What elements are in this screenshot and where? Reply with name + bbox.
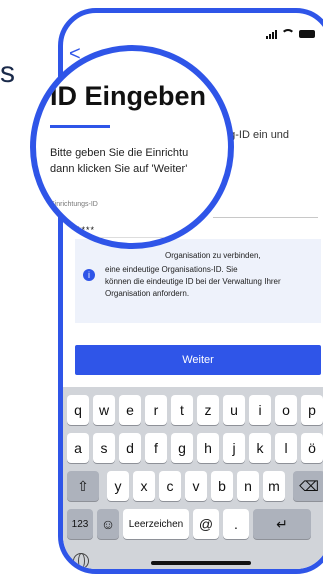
info-box: i Organisation zu verbinden, eine eindeu…: [75, 239, 321, 323]
title-underline: [50, 125, 110, 128]
info-line-1: Organisation zu verbinden,: [165, 251, 261, 260]
key-m[interactable]: m: [263, 471, 285, 501]
key-p[interactable]: p: [301, 395, 323, 425]
info-line-4: Organisation anfordern.: [105, 289, 190, 298]
key-k[interactable]: k: [249, 433, 271, 463]
key-l[interactable]: l: [275, 433, 297, 463]
delete-key[interactable]: ⌫: [293, 471, 323, 501]
weiter-button[interactable]: Weiter: [75, 345, 321, 375]
key-z[interactable]: z: [197, 395, 219, 425]
keyboard: qwertzuiopü asdfghjklöä ⇧ yxcvbnm ⌫ 123 …: [63, 387, 323, 569]
info-line-3: können die eindeutige ID bei der Verwalt…: [105, 277, 281, 286]
key-b[interactable]: b: [211, 471, 233, 501]
signal-icon: [266, 29, 277, 39]
id-field-underline: [213, 217, 318, 218]
shift-key[interactable]: ⇧: [67, 471, 99, 501]
key-d[interactable]: d: [119, 433, 141, 463]
key-j[interactable]: j: [223, 433, 245, 463]
instruction-line-1: Bitte geben Sie die Einrichtu: [50, 147, 189, 159]
keyboard-row-4: 123 ☺ Leerzeichen @ . ↵: [67, 509, 323, 539]
key-t[interactable]: t: [171, 395, 193, 425]
page-title: ID Eingeben: [50, 81, 207, 111]
home-indicator: [151, 561, 251, 565]
id-field-label: Einrichtungs-ID: [50, 201, 98, 208]
keyboard-row-3: ⇧ yxcvbnm ⌫: [67, 471, 323, 501]
key-n[interactable]: n: [237, 471, 259, 501]
globe-icon[interactable]: [73, 553, 89, 569]
return-key[interactable]: ↵: [253, 509, 311, 539]
space-key[interactable]: Leerzeichen: [123, 509, 189, 539]
key-e[interactable]: e: [119, 395, 141, 425]
key-f[interactable]: f: [145, 433, 167, 463]
key-a[interactable]: a: [67, 433, 89, 463]
key-c[interactable]: c: [159, 471, 181, 501]
key-g[interactable]: g: [171, 433, 193, 463]
key-i[interactable]: i: [249, 395, 271, 425]
key-h[interactable]: h: [197, 433, 219, 463]
key-y[interactable]: y: [107, 471, 129, 501]
battery-icon: [299, 30, 315, 38]
keyboard-row-2: asdfghjklöä: [67, 433, 323, 463]
key-o[interactable]: o: [275, 395, 297, 425]
keyboard-row-1: qwertzuiopü: [67, 395, 323, 425]
cropped-text-edge: s: [0, 56, 15, 89]
key-r[interactable]: r: [145, 395, 167, 425]
id-field-value[interactable]: **********: [50, 225, 95, 235]
numbers-key[interactable]: 123: [67, 509, 93, 539]
key-s[interactable]: s: [93, 433, 115, 463]
wifi-icon: [281, 29, 295, 39]
key-w[interactable]: w: [93, 395, 115, 425]
key-ö[interactable]: ö: [301, 433, 323, 463]
emoji-key[interactable]: ☺: [97, 509, 119, 539]
at-key[interactable]: @: [193, 509, 219, 539]
info-line-2: eine eindeutige Organisations-ID. Sie: [105, 265, 238, 274]
key-q[interactable]: q: [67, 395, 89, 425]
id-field-line: [36, 237, 228, 238]
instruction-line-2: dann klicken Sie auf 'Weiter': [50, 163, 188, 175]
status-bar: [266, 29, 315, 39]
key-x[interactable]: x: [133, 471, 155, 501]
key-u[interactable]: u: [223, 395, 245, 425]
dot-key[interactable]: .: [223, 509, 249, 539]
info-icon: i: [83, 269, 95, 281]
magnifier-callout: ID Eingeben Bitte geben Sie die Einricht…: [30, 45, 234, 249]
key-v[interactable]: v: [185, 471, 207, 501]
